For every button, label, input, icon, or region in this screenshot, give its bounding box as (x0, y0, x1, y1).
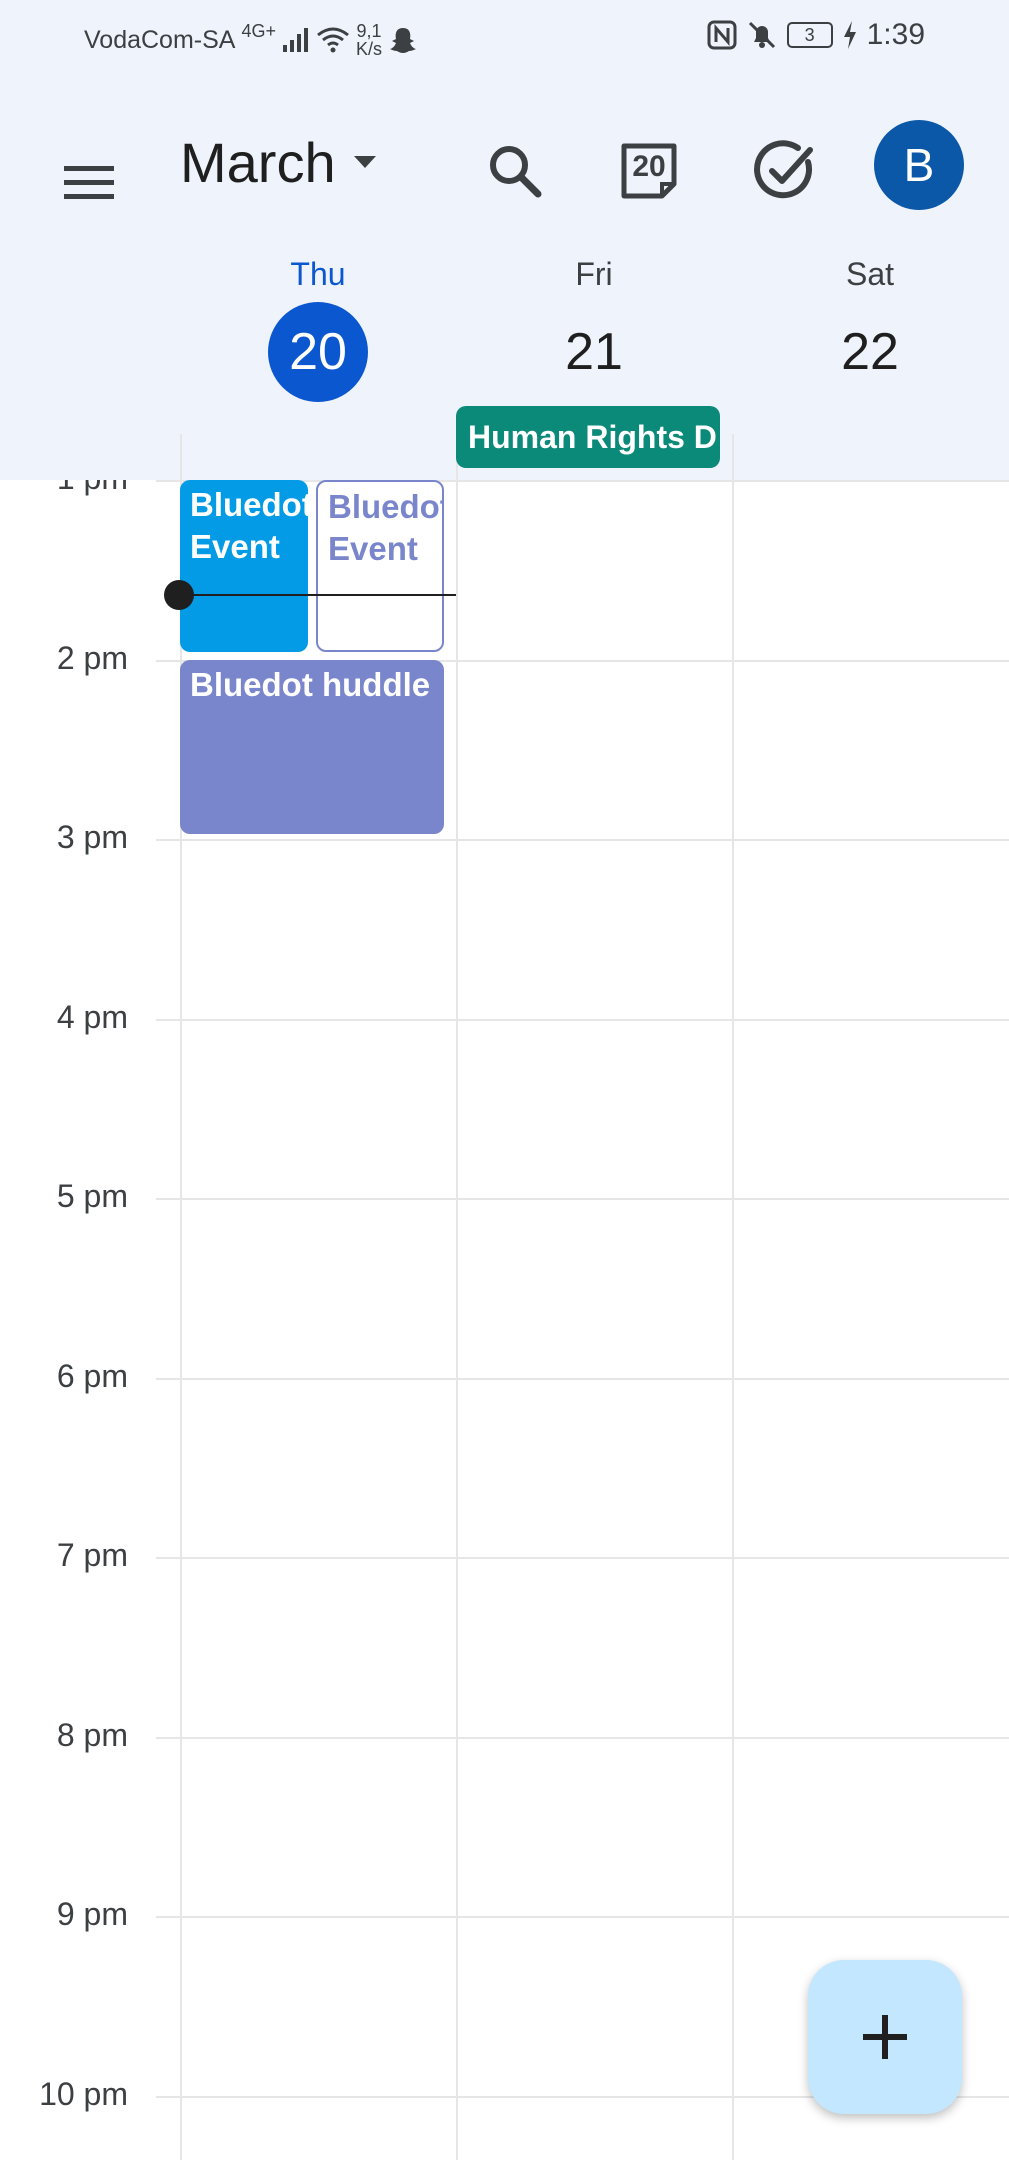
wifi-icon (317, 27, 349, 53)
hour-line (156, 1557, 1009, 1559)
speed-unit: K/s (356, 39, 383, 59)
speed-value: 9,1 (356, 21, 382, 41)
status-bar: VodaCom-SA 4G+ 9,1 K/s 3 1:39 (0, 0, 1009, 76)
battery-level: 3 (804, 24, 815, 45)
charging-icon (843, 21, 856, 49)
hour-label: 5 pm (56, 1178, 128, 1214)
hour-label: 6 pm (56, 1358, 128, 1394)
hour-line (156, 1737, 1009, 1739)
hour-label: 1 pm (0, 480, 128, 497)
status-right: 3 1:39 (707, 18, 925, 52)
month-selector[interactable]: March (180, 130, 376, 195)
carrier-name: VodaCom-SA (84, 25, 236, 54)
day-header-fri[interactable]: Fri 21 (456, 254, 732, 402)
hour-label: 4 pm (56, 999, 128, 1035)
column-divider (180, 434, 182, 480)
current-time-line (178, 594, 456, 596)
hour-line (156, 1198, 1009, 1200)
menu-button[interactable] (60, 154, 118, 212)
hour-line (156, 1916, 1009, 1918)
today-button[interactable]: 20 (616, 138, 682, 204)
today-icon-number: 20 (632, 150, 666, 183)
hour-label: 9 pm (56, 1896, 128, 1932)
nfc-icon (707, 20, 737, 50)
day-header-thu[interactable]: Thu 20 (180, 254, 456, 402)
status-time: 1:39 (866, 18, 925, 51)
column-divider (732, 480, 734, 2160)
day-header-sat[interactable]: Sat 22 (732, 254, 1008, 402)
day-number: 21 (565, 323, 623, 381)
signal-icon (283, 28, 308, 52)
month-title: March (180, 131, 336, 194)
day-name: Fri (575, 256, 613, 292)
status-left: VodaCom-SA 4G+ 9,1 K/s (84, 22, 418, 58)
battery-indicator: 3 (786, 22, 833, 48)
tasks-button[interactable] (752, 138, 818, 204)
column-divider (732, 434, 734, 480)
event-bluedot-huddle[interactable]: Bluedot huddle (180, 660, 444, 834)
add-icon (863, 2015, 907, 2059)
snapchat-icon (390, 28, 417, 53)
avatar-letter: B (903, 139, 935, 191)
network-type: 4G+ (241, 21, 276, 41)
hour-line (156, 1019, 1009, 1021)
account-avatar[interactable]: B (874, 120, 964, 210)
search-icon (490, 146, 542, 198)
hour-label: 8 pm (56, 1717, 128, 1753)
hour-label: 3 pm (56, 819, 128, 855)
day-grid[interactable]: 1 pm 2 pm 3 pm 4 pm 5 pm 6 pm 7 pm 8 pm … (0, 480, 1009, 2160)
day-number: 22 (841, 323, 899, 381)
day-number: 20 (268, 302, 368, 402)
hour-line (156, 839, 1009, 841)
hour-label: 10 pm (39, 2076, 128, 2112)
day-name: Thu (290, 256, 346, 292)
hour-label: 7 pm (56, 1537, 128, 1573)
column-divider (456, 480, 458, 2160)
day-name: Sat (845, 256, 895, 292)
create-event-button[interactable] (808, 1960, 962, 2114)
tasks-check-icon (754, 140, 813, 199)
dropdown-arrow-icon (353, 155, 376, 168)
hour-line (156, 1378, 1009, 1380)
mute-bell-icon (748, 21, 775, 49)
network-speed: 9,1 K/s (356, 22, 382, 58)
event-bluedot-event-tentative[interactable]: Bluedot Event (316, 480, 444, 652)
event-bluedot-event[interactable]: Bluedot Event (180, 480, 308, 652)
all-day-event[interactable]: Human Rights D (456, 406, 720, 468)
hour-label: 2 pm (56, 640, 128, 676)
current-time-dot (164, 580, 194, 610)
search-button[interactable] (482, 138, 548, 204)
menu-icon (64, 166, 114, 199)
